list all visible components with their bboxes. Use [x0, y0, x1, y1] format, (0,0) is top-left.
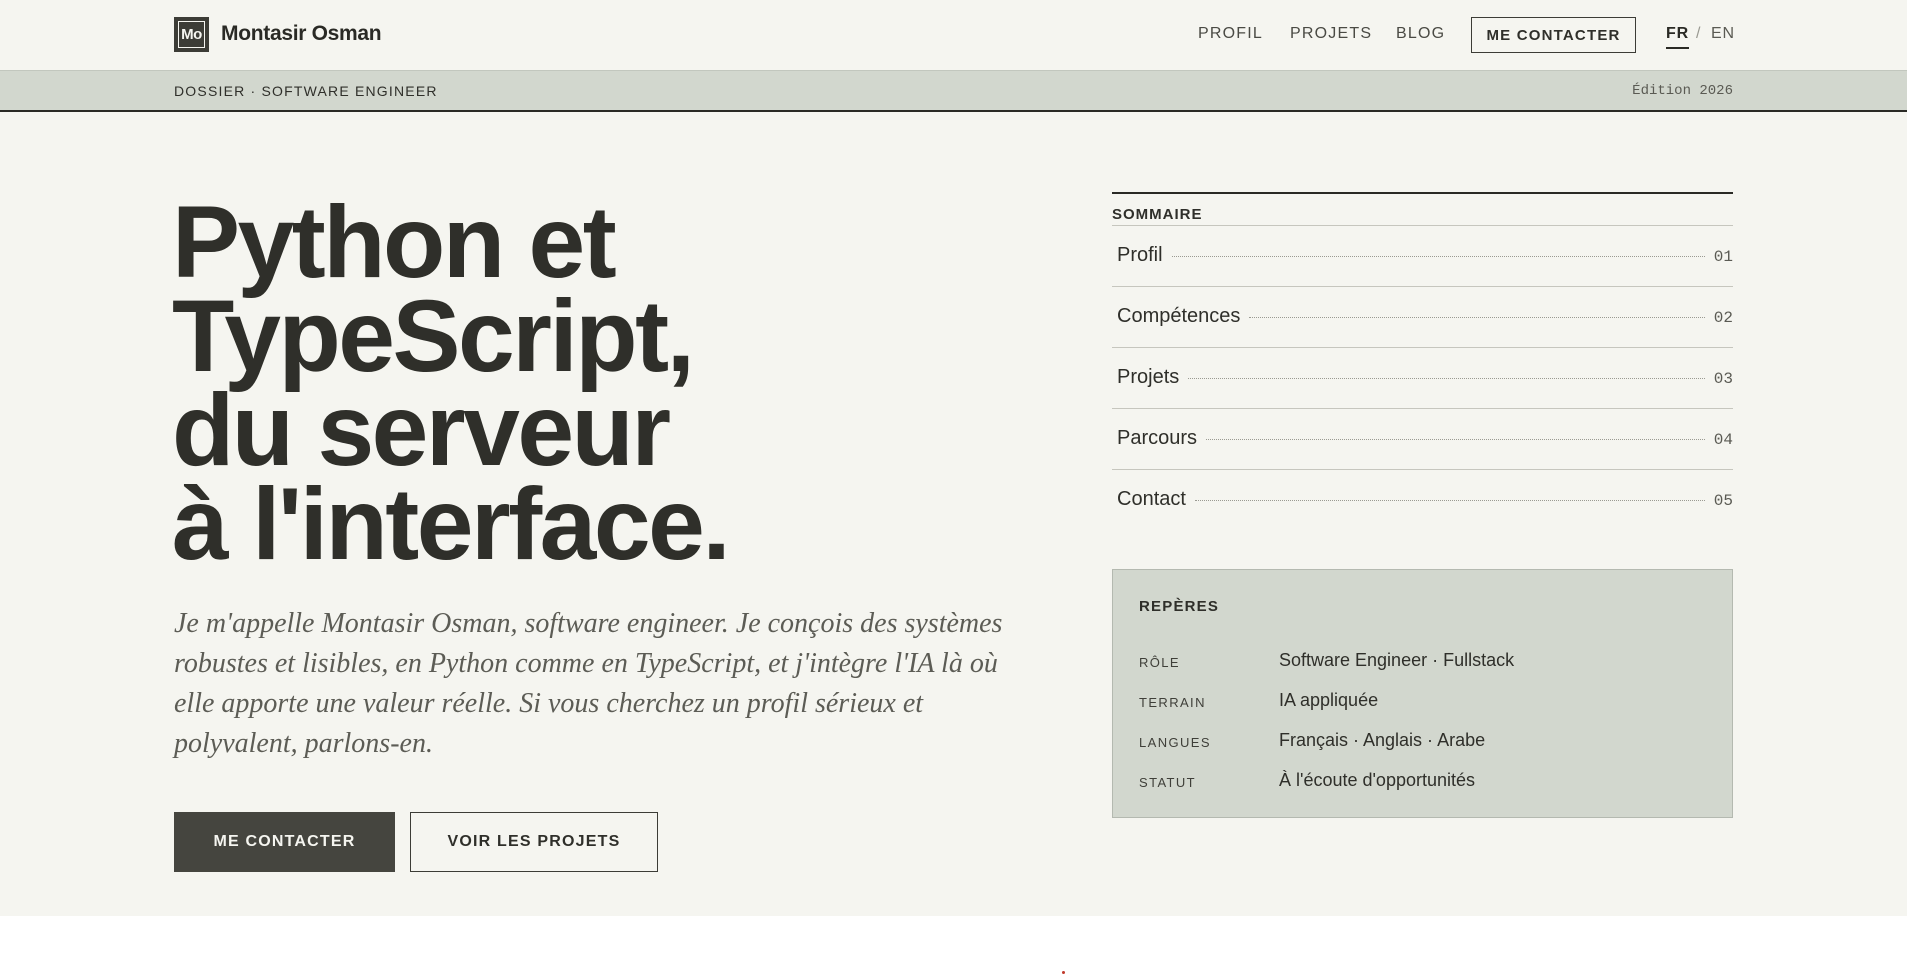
toc-leader [1171, 256, 1705, 257]
brand-name[interactable]: Montasir Osman [221, 22, 382, 46]
toc-item-parcours[interactable]: Parcours 04 [1112, 409, 1733, 470]
toc-label: Projets [1117, 366, 1180, 388]
reperes-value: Software Engineer · Fullstack [1279, 650, 1515, 670]
reperes-key: TERRAIN [1139, 695, 1206, 710]
hero-title-line: TypeScript, [172, 279, 695, 393]
logo-icon[interactable]: Mo [174, 17, 209, 52]
toc-leader [1206, 439, 1705, 440]
reperes-value: Français · Anglais · Arabe [1279, 730, 1486, 750]
nav-link-profil[interactable]: PROFIL [1198, 25, 1263, 43]
reperes-value: IA appliquée [1279, 690, 1379, 710]
logo-monogram: Mo [178, 21, 205, 48]
hero-title-line: du serveur [172, 373, 671, 487]
toc-leader [1249, 317, 1705, 318]
toc-number: 03 [1713, 370, 1733, 388]
reperes-value: À l'écoute d'opportunités [1279, 770, 1476, 790]
reperes-title: REPÈRES [1139, 598, 1220, 615]
toc-leader [1194, 500, 1705, 501]
hero-title-line: Python et [172, 185, 617, 299]
decorative-dot [1062, 971, 1065, 974]
edition-label: Édition 2026 [1632, 83, 1733, 99]
toc-number: 02 [1713, 309, 1733, 327]
reperes-key: STATUT [1139, 775, 1197, 790]
nav-link-projets[interactable]: PROJETS [1290, 25, 1372, 43]
summary-toc: SOMMAIRE Profil 01 Compétences 02 Projet… [1112, 192, 1733, 531]
toc-item-profil[interactable]: Profil 01 [1112, 226, 1733, 287]
dossier-label: DOSSIER · SOFTWARE ENGINEER [174, 83, 438, 99]
toc-label: Compétences [1117, 305, 1241, 327]
toc-item-competences[interactable]: Compétences 02 [1112, 287, 1733, 348]
hero-lead: Je m'appelle Montasir Osman, software en… [174, 608, 1003, 759]
nav-link-blog[interactable]: BLOG [1396, 25, 1445, 43]
dossier-band: DOSSIER · SOFTWARE ENGINEER Édition 2026 [0, 70, 1907, 112]
reperes-key: LANGUES [1139, 735, 1211, 750]
toc-label: Parcours [1117, 427, 1198, 449]
header-contact-button[interactable]: ME CONTACTER [1471, 17, 1636, 53]
toc-item-contact[interactable]: Contact 05 [1112, 470, 1733, 531]
summary-title: SOMMAIRE [1112, 194, 1733, 226]
view-projects-button[interactable]: VOIR LES PROJETS [410, 812, 658, 872]
lang-separator: / [1696, 25, 1701, 42]
reperes-panel: REPÈRES RÔLE Software Engineer · Fullsta… [1112, 569, 1733, 818]
toc-label: Contact [1117, 488, 1186, 510]
toc-number: 01 [1713, 248, 1733, 266]
toc-number: 05 [1713, 492, 1733, 510]
toc-label: Profil [1117, 244, 1163, 266]
site-header: Mo Montasir Osman PROFIL PROJETS BLOG ME… [0, 0, 1907, 70]
hero-title-line: à l'interface. [172, 467, 731, 581]
lang-fr[interactable]: FR [1666, 25, 1689, 49]
toc-leader [1188, 378, 1705, 379]
reperes-key: RÔLE [1139, 655, 1181, 670]
toc-number: 04 [1713, 431, 1733, 449]
toc-item-projets[interactable]: Projets 03 [1112, 348, 1733, 409]
contact-button[interactable]: ME CONTACTER [174, 812, 395, 872]
lang-en[interactable]: EN [1711, 25, 1735, 43]
hero-title: Python et TypeScript, du serveur à l'int… [172, 185, 1052, 581]
